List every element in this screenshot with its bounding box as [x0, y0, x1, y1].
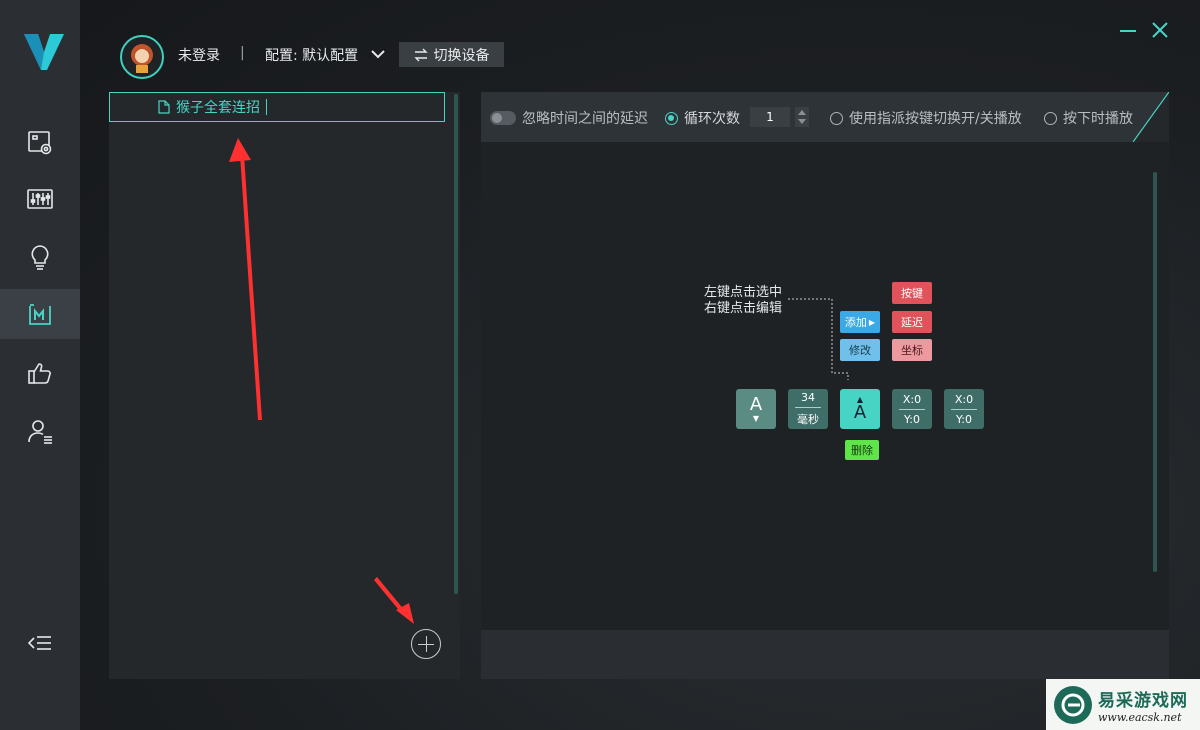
key-action-block: A ▼: [736, 389, 776, 429]
play-while-pressed-label: 按下时播放: [1063, 111, 1133, 127]
play-arrow-icon: ▶: [868, 317, 876, 327]
coord2-x: X:0: [954, 392, 974, 406]
nav-device-settings[interactable]: [0, 117, 80, 167]
coord2-y: Y:0: [956, 412, 972, 426]
minimize-icon[interactable]: [1118, 20, 1138, 40]
key-a-label: A: [749, 393, 763, 415]
canvas-scrollbar[interactable]: [1153, 172, 1157, 572]
macro-icon: [29, 304, 51, 325]
delay-value: 34: [801, 391, 815, 404]
usage-hint: 左键点击选中 右键点击编辑: [704, 285, 782, 317]
text-cursor: [266, 99, 267, 115]
delay-divider: [795, 407, 821, 408]
macro-list-panel: 猴子全套连招: [109, 92, 460, 679]
toggle-with-key-label: 使用指派按键切换开/关播放: [849, 111, 1022, 127]
coord-block-2: X:0 Y:0: [944, 389, 984, 429]
collapse-menu-icon: [27, 636, 51, 650]
loop-count-radio[interactable]: [665, 111, 678, 125]
nav-macro[interactable]: [0, 289, 80, 339]
macro-list-item[interactable]: 猴子全套连招: [109, 92, 445, 122]
selected-key-label: A: [853, 402, 867, 423]
watermark-url: www.eacsk.net: [1098, 710, 1182, 724]
header-separator: |: [240, 45, 245, 61]
thumbs-up-icon: [28, 363, 51, 384]
login-status[interactable]: 未登录: [178, 45, 220, 65]
modify-chip: 修改: [840, 339, 880, 361]
key-chip: 按键: [892, 282, 932, 304]
loop-count-stepper[interactable]: [795, 107, 809, 127]
down-arrow-icon: ▼: [752, 413, 760, 423]
editor-bottom-bar: [481, 630, 1169, 679]
mixer-icon: [27, 189, 53, 209]
coord1-y: Y:0: [904, 412, 920, 426]
nav-mixer[interactable]: [0, 174, 80, 224]
ignore-delay-toggle[interactable]: [490, 111, 516, 125]
nav-account[interactable]: [0, 406, 80, 456]
close-icon[interactable]: [1150, 20, 1170, 40]
file-icon: [158, 100, 170, 114]
avatar-icon: [131, 44, 153, 73]
swap-icon: [413, 48, 428, 61]
add-chip: 添加 ▶: [840, 311, 880, 333]
user-avatar[interactable]: [120, 35, 164, 79]
delete-chip: 删除: [845, 440, 879, 460]
loop-count-input[interactable]: 1: [750, 107, 790, 127]
delay-unit: 毫秒: [797, 413, 819, 426]
ignore-delay-label: 忽略时间之间的延迟: [522, 111, 648, 127]
collapse-sidebar-button[interactable]: [0, 618, 80, 668]
toggle-with-key-option[interactable]: 使用指派按键切换开/关播放: [830, 108, 1022, 128]
watermark-title: 易采游戏网: [1098, 690, 1188, 711]
selected-key-block: ▲ A: [840, 389, 880, 429]
watermark: 易采游戏网 www.eacsk.net: [1046, 679, 1200, 730]
macro-editor-panel: 忽略时间之间的延迟 循环次数 1 使用指派按键切换开/关播放 按下时播放: [481, 92, 1169, 679]
nav-lighting[interactable]: [0, 232, 80, 282]
macro-canvas[interactable]: [481, 142, 1169, 630]
macro-name: 猴子全套连招: [176, 100, 260, 116]
add-macro-button[interactable]: [411, 629, 441, 659]
ignore-delay-option[interactable]: 忽略时间之间的延迟: [490, 108, 648, 128]
device-settings-icon: [28, 131, 52, 155]
app-logo-icon: [24, 34, 64, 70]
loop-count-label: 循环次数: [684, 111, 740, 127]
left-scrollbar[interactable]: [454, 94, 458, 594]
user-list-icon: [28, 420, 52, 444]
sidebar: [0, 0, 80, 730]
lightbulb-icon: [31, 245, 49, 270]
switch-device-label: 切换设备: [433, 47, 490, 64]
add-chip-label: 添加: [844, 316, 867, 329]
config-selector[interactable]: 配置: 默认配置: [265, 45, 358, 65]
coord-block-1: X:0 Y:0: [892, 389, 932, 429]
play-while-pressed-radio[interactable]: [1044, 111, 1057, 125]
hint-connector: [788, 298, 849, 380]
nav-recommend[interactable]: [0, 348, 80, 398]
coord2-divider: [951, 408, 977, 410]
loop-count-option[interactable]: 循环次数: [665, 108, 740, 128]
editor-toolbar: 忽略时间之间的延迟 循环次数 1 使用指派按键切换开/关播放 按下时播放: [481, 92, 1169, 142]
hint-line-1: 左键点击选中: [704, 285, 783, 300]
play-while-pressed-option[interactable]: 按下时播放: [1044, 108, 1133, 128]
toolbar-corner-line: [1133, 92, 1169, 142]
watermark-logo-icon: [1054, 685, 1092, 724]
delay-chip: 延迟: [892, 311, 932, 333]
coord-chip: 坐标: [892, 339, 932, 361]
chevron-down-icon[interactable]: [370, 48, 386, 60]
coord1-x: X:0: [902, 392, 922, 406]
coord1-divider: [899, 408, 925, 410]
toggle-with-key-radio[interactable]: [830, 111, 843, 125]
delay-block: 34 毫秒: [788, 389, 828, 429]
hint-line-2: 右键点击编辑: [704, 301, 783, 316]
switch-device-button[interactable]: 切换设备: [399, 42, 504, 67]
